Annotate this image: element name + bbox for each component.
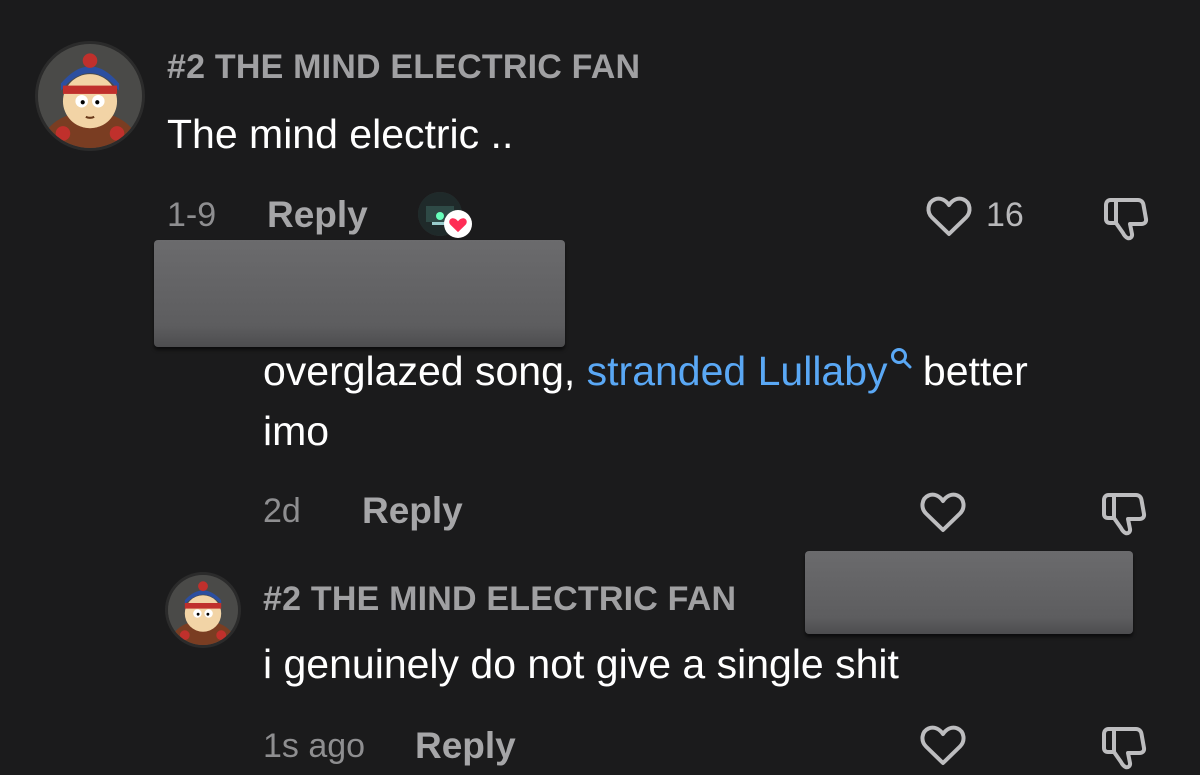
comment-date: 1s ago [263,727,366,765]
comment-date: 2d [263,492,301,530]
creator-liked-badge [418,192,472,238]
heart-outline-icon[interactable] [918,722,968,768]
search-icon [890,347,912,369]
heart-outline-icon[interactable] [924,193,974,239]
reply-text-part1: overglazed song, [263,348,587,394]
reply-button[interactable]: Reply [267,194,368,236]
like-count: 16 [986,196,1024,234]
comment-username[interactable]: #2 THE MIND ELECTRIC FAN [263,580,736,619]
comment-date: 1-9 [167,196,217,234]
comment-text: i genuinely do not give a single shit [263,641,899,687]
redacted-block [154,240,565,347]
cartoon-character-avatar-icon [168,575,238,645]
avatar[interactable] [38,44,142,148]
search-link[interactable]: stranded Lullaby [587,348,912,394]
comment-text: The mind electric .. [167,111,514,157]
search-link-text: stranded Lullaby [586,348,888,394]
reply-comment-text: overglazed song, stranded Lullaby better [263,341,1028,401]
reply-comment-text-line2: imo [263,408,330,454]
comment-username[interactable]: #2 THE MIND ELECTRIC FAN [167,48,640,87]
creator-liked-heart-icon [444,210,472,238]
heart-outline-icon[interactable] [918,489,968,535]
cartoon-character-avatar-icon [38,44,142,148]
reply-button[interactable]: Reply [415,725,516,767]
thumbs-down-icon[interactable] [1096,487,1154,539]
thumbs-down-icon[interactable] [1096,721,1154,773]
reply-button[interactable]: Reply [362,490,463,532]
redacted-block [805,551,1133,634]
avatar[interactable] [168,575,238,645]
comment-thread: #2 THE MIND ELECTRIC FAN The mind electr… [0,0,1200,775]
reply-text-part2: better [911,348,1028,394]
thumbs-down-icon[interactable] [1098,192,1156,244]
